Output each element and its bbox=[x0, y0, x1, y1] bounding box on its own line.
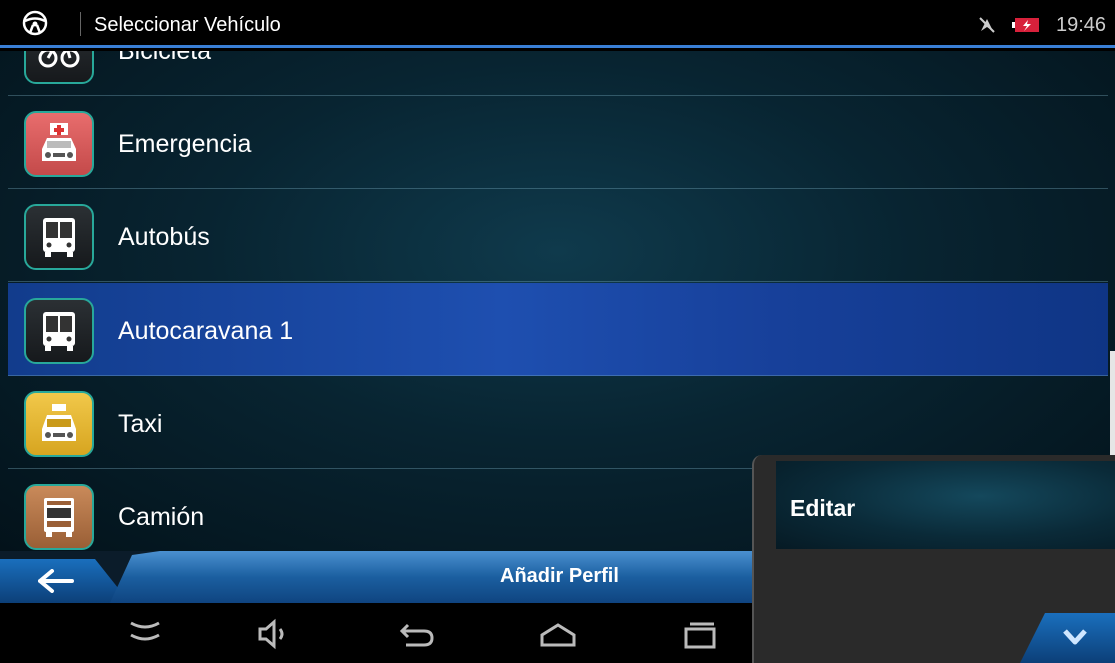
battery-charging-icon bbox=[1012, 18, 1039, 32]
hide-keyboard-icon[interactable] bbox=[125, 617, 165, 651]
ambulance-icon bbox=[24, 111, 94, 177]
motorhome-icon bbox=[24, 298, 94, 364]
back-arrow-icon bbox=[38, 569, 74, 593]
truck-icon bbox=[24, 484, 94, 550]
menu-item-label: Editar bbox=[790, 495, 856, 521]
back-button[interactable] bbox=[0, 559, 130, 603]
title-divider bbox=[80, 12, 81, 36]
add-profile-button[interactable]: Añadir Perfil bbox=[110, 551, 760, 603]
steering-wheel-icon[interactable] bbox=[22, 10, 48, 36]
action-bar: Añadir Perfil bbox=[0, 551, 760, 603]
list-item-autocaravana-1[interactable]: Autocaravana 1 bbox=[8, 283, 1108, 376]
back-icon[interactable] bbox=[396, 617, 436, 651]
list-item-label: Autocaravana 1 bbox=[118, 317, 294, 345]
status-bar: Seleccionar Vehículo 19:46 bbox=[0, 0, 1115, 48]
list-item-bicicleta[interactable]: Bicicleta bbox=[8, 51, 1108, 96]
home-icon[interactable] bbox=[538, 617, 578, 651]
volume-icon[interactable] bbox=[252, 617, 292, 651]
add-profile-label: Añadir Perfil bbox=[500, 565, 619, 587]
chevron-down-icon bbox=[1063, 629, 1087, 645]
taxi-icon bbox=[24, 391, 94, 457]
menu-item-editar[interactable]: Editar bbox=[776, 461, 1115, 549]
clock: 19:46 bbox=[1056, 14, 1107, 36]
more-options-button[interactable] bbox=[1020, 613, 1115, 663]
list-item-label: Emergencia bbox=[118, 130, 252, 158]
page-title: Seleccionar Vehículo bbox=[94, 14, 281, 36]
recent-apps-icon[interactable] bbox=[680, 617, 720, 651]
gps-off-icon bbox=[979, 17, 995, 33]
list-item-autobus[interactable]: Autobús bbox=[8, 189, 1108, 282]
bus-icon bbox=[24, 204, 94, 270]
list-item-emergencia[interactable]: Emergencia bbox=[8, 96, 1108, 189]
context-menu: Editar bbox=[752, 455, 1115, 663]
list-item-label: Bicicleta bbox=[118, 51, 212, 65]
list-item-label: Camión bbox=[118, 503, 205, 531]
bicycle-icon bbox=[24, 51, 94, 84]
list-item-label: Autobús bbox=[118, 223, 210, 251]
list-item-label: Taxi bbox=[118, 410, 163, 438]
